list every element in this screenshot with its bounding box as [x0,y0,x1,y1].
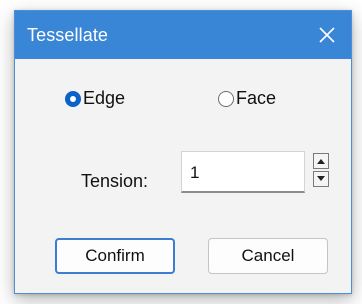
radio-face[interactable]: Face [218,88,276,109]
tension-input[interactable]: 1 [181,151,305,193]
cancel-button[interactable]: Cancel [208,238,328,274]
close-button[interactable] [303,11,351,59]
arrow-down-icon [317,176,325,181]
dialog-title: Tessellate [27,25,109,45]
confirm-button[interactable]: Confirm [55,238,175,274]
radio-edge[interactable]: Edge [65,88,125,109]
tension-decrement-button[interactable] [313,171,329,187]
title-bar[interactable]: Tessellate [15,11,351,59]
radio-face-label: Face [236,88,277,108]
radio-selected-icon [65,90,81,107]
tessellate-dialog: Tessellate Edge Face Tension: 1 Confirm … [14,10,352,294]
radio-edge-label: Edge [83,88,126,108]
radio-unselected-icon [218,90,234,107]
arrow-up-icon [317,159,325,164]
tension-label: Tension: [81,171,149,191]
close-icon [319,27,335,43]
tension-increment-button[interactable] [313,153,329,169]
